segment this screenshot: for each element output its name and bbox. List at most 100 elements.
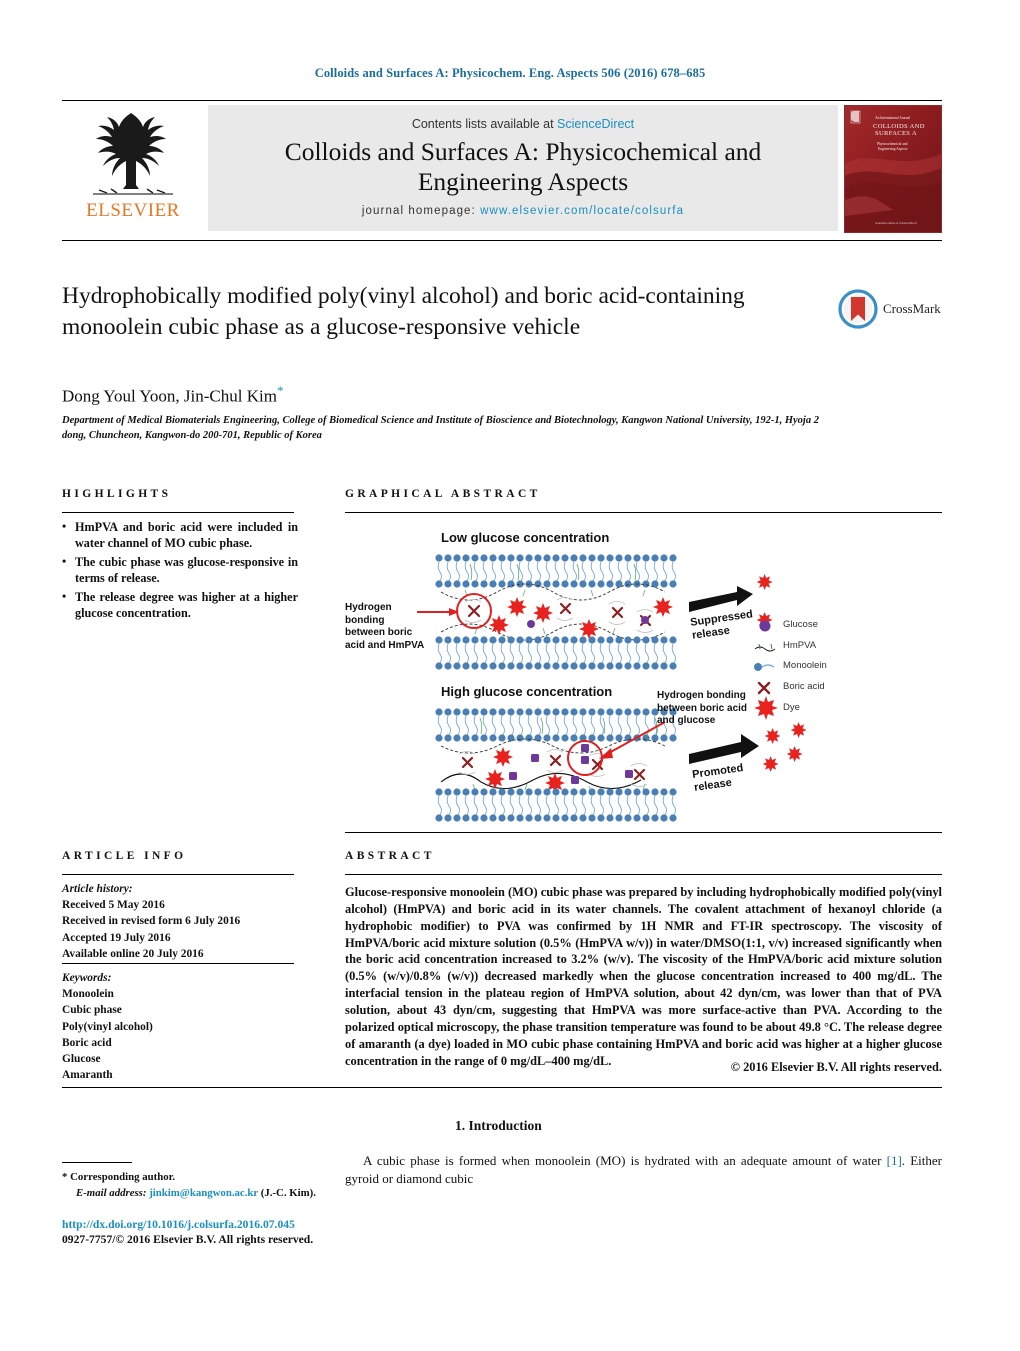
title-divider <box>62 240 942 241</box>
monoolein-icon <box>754 663 775 671</box>
issn-copyright-line: 0927-7757/© 2016 Elsevier B.V. All right… <box>62 1233 314 1246</box>
corresponding-author-note: * Corresponding author. <box>62 1170 352 1186</box>
introduction-paragraph: A cubic phase is formed when monoolein (… <box>345 1152 942 1189</box>
article-history-item: Available online 20 July 2016 <box>62 947 204 960</box>
keywords-label: Keywords: <box>62 972 112 984</box>
graphical-abstract-figure: Low glucose concentration Hydrogen bondi… <box>345 520 942 828</box>
svg-text:An International Journal: An International Journal <box>875 116 910 120</box>
top-bilayer-upper <box>435 554 677 588</box>
abstract-body: Glucose-responsive monoolein (MO) cubic … <box>345 885 942 1068</box>
legend-label-monoolein: Monoolein <box>783 660 827 671</box>
doi-link[interactable]: http://dx.doi.org/10.1016/j.colsurfa.201… <box>62 1218 295 1231</box>
svg-text:COLLOIDS AND: COLLOIDS AND <box>873 123 925 130</box>
intro-text-pre: A cubic phase is formed when monoolein (… <box>363 1153 887 1168</box>
list-item: The release degree was higher at a highe… <box>62 588 298 622</box>
contents-available-line: Contents lists available at ScienceDirec… <box>412 117 634 131</box>
graphical-abstract-divider <box>345 512 942 513</box>
graphical-abstract-bottom-divider <box>345 832 942 833</box>
bottom-water-channel <box>440 738 666 793</box>
dye-particles-bottom <box>485 747 565 793</box>
crossmark-label: CrossMark <box>883 301 941 316</box>
article-history-label: Article history: <box>62 883 133 895</box>
journal-banner: Contents lists available at ScienceDirec… <box>208 105 838 231</box>
elsevier-tree-icon <box>93 113 173 195</box>
keywords-divider <box>62 963 294 964</box>
top-bilayer-lower <box>435 636 677 670</box>
graphical-abstract-svg <box>417 554 807 822</box>
crossmark-badge[interactable]: CrossMark <box>838 286 942 332</box>
ga-annotation-top: Hydrogen bonding between boric acid and … <box>345 602 425 651</box>
list-item: HmPVA and boric acid were included in wa… <box>62 518 298 552</box>
page-title: Hydrophobically modified poly(vinyl alco… <box>62 283 745 340</box>
legend-label-boric-acid: Boric acid <box>783 681 825 692</box>
author-list: Dong Youl Yoon, Jin-Chul Kim* <box>62 383 283 407</box>
abstract-bottom-divider <box>62 1087 942 1088</box>
journal-cover-art: An International Journal COLLOIDS AND SU… <box>845 106 941 232</box>
running-head: Colloids and Surfaces A: Physicochem. En… <box>314 66 706 80</box>
article-info-heading: ARTICLE INFO <box>62 850 187 862</box>
contents-prefix: Contents lists available at <box>411 117 558 132</box>
ga-panel-title-high: High glucose concentration <box>441 684 613 699</box>
svg-text:Engineering Aspects: Engineering Aspects <box>878 147 908 151</box>
top-water-channel <box>440 583 673 641</box>
elsevier-logo: ELSEVIER <box>62 105 204 231</box>
keyword-item: Boric acid <box>62 1036 112 1049</box>
journal-cover-thumbnail: An International Journal COLLOIDS AND SU… <box>844 105 942 233</box>
article-history-item: Received 5 May 2016 <box>62 899 165 912</box>
svg-text:Physicochemical and: Physicochemical and <box>877 142 908 146</box>
keyword-item: Monoolein <box>62 988 114 1001</box>
elsevier-wordmark: ELSEVIER <box>86 200 180 221</box>
article-history-item: Received in revised form 6 July 2016 <box>62 915 241 928</box>
journal-title: Colloids and Surfaces A: Physicochemical… <box>284 137 762 196</box>
email-note: E-mail address: jinkim@kangwon.ac.kr (J.… <box>62 1186 352 1202</box>
article-history: Article history: Received 5 May 2016 Rec… <box>62 881 298 962</box>
journal-homepage-line: journal homepage: www.elsevier.com/locat… <box>362 205 684 217</box>
crossmark-icon <box>838 289 878 329</box>
legend-label-hmpva: HmPVA <box>783 640 817 651</box>
graphical-abstract-legend <box>754 620 778 720</box>
svg-text:SURFACES A: SURFACES A <box>875 130 917 137</box>
highlights-list: HmPVA and boric acid were included in wa… <box>62 518 298 624</box>
escaped-dye-bottom <box>762 722 807 772</box>
highlights-divider <box>62 512 294 513</box>
dye-icon <box>754 696 778 720</box>
homepage-url-link[interactable]: www.elsevier.com/locate/colsurfa <box>480 205 684 217</box>
hmpva-icon <box>754 643 776 652</box>
footnote-block: * Corresponding author. E-mail address: … <box>62 1170 352 1201</box>
email-owner: (J.-C. Kim). <box>260 1186 316 1199</box>
email-label: E-mail address: <box>76 1186 147 1199</box>
svg-text:available online at ScienceDir: available online at ScienceDirect <box>875 221 917 225</box>
corresponding-author-marker: * <box>276 383 284 398</box>
legend-label-glucose: Glucose <box>783 619 818 630</box>
article-history-item: Accepted 19 July 2016 <box>62 931 171 944</box>
email-link[interactable]: jinkim@kangwon.ac.kr <box>149 1187 258 1199</box>
legend-label-dye: Dye <box>783 702 800 713</box>
list-item: The cubic phase was glucose-responsive i… <box>62 553 298 587</box>
journal-masthead: ELSEVIER Contents lists available at Sci… <box>62 100 942 233</box>
citation-link[interactable]: [1] <box>887 1153 902 1168</box>
introduction-heading: 1. Introduction <box>455 1118 542 1133</box>
keyword-item: Glucose <box>62 1052 101 1065</box>
keywords-block: Keywords: Monoolein Cubic phase Poly(vin… <box>62 970 298 1083</box>
corresponding-marker: * <box>62 1171 68 1183</box>
keyword-item: Poly(vinyl alcohol) <box>62 1020 153 1033</box>
graphical-abstract-heading: GRAPHICAL ABSTRACT <box>345 488 541 500</box>
corresponding-label: Corresponding author. <box>70 1171 176 1183</box>
bottom-bilayer-lower <box>435 788 677 822</box>
article-info-divider <box>62 874 294 875</box>
footnote-divider <box>62 1162 132 1163</box>
highlights-heading: HIGHLIGHTS <box>62 488 172 500</box>
promoted-release-arrow <box>689 734 759 764</box>
boric-acid-icon <box>757 681 771 695</box>
author-names: Dong Youl Yoon, Jin-Chul Kim <box>62 386 277 406</box>
homepage-prefix: journal homepage: <box>361 204 476 217</box>
keyword-item: Cubic phase <box>62 1004 122 1017</box>
author-affiliation: Department of Medical Biomaterials Engin… <box>62 415 819 441</box>
paper-page: Colloids and Surfaces A: Physicochem. En… <box>0 0 1020 1351</box>
abstract-divider <box>345 874 942 875</box>
abstract-heading: ABSTRACT <box>345 850 435 862</box>
ga-panel-title-low: Low glucose concentration <box>441 530 610 545</box>
sciencedirect-link[interactable]: ScienceDirect <box>557 117 634 131</box>
suppressed-release-arrow <box>689 586 753 612</box>
ga-annotation-bottom: Hydrogen bonding between boric acid and … <box>657 690 748 726</box>
